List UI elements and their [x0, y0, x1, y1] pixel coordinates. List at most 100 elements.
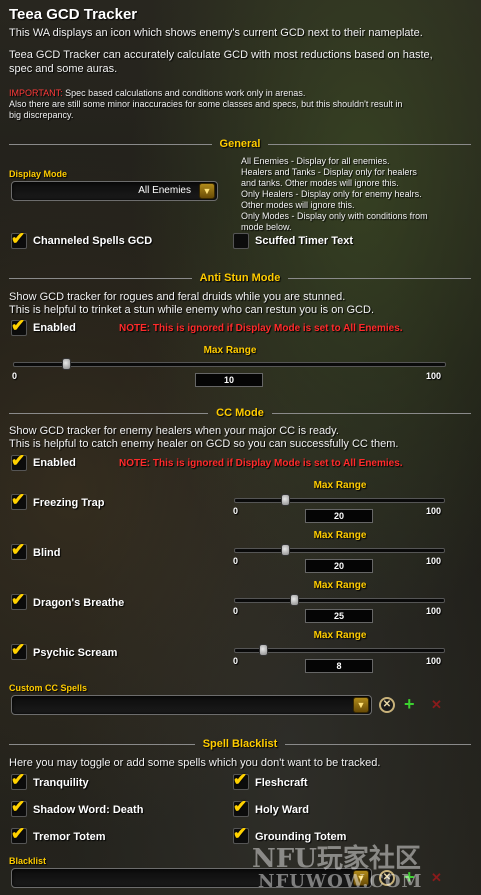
check-icon: ✔ — [11, 640, 26, 659]
help-line: Other modes will ignore this. — [241, 200, 355, 210]
slider-min-label: 0 — [233, 506, 239, 516]
general-header-title: General — [219, 138, 261, 150]
freezing-trap-range-slider[interactable] — [234, 494, 445, 506]
slider-max-label: 100 — [426, 656, 442, 666]
custom-cc-dropdown[interactable]: ▼ — [11, 695, 372, 715]
anti-stun-range-input[interactable]: 10 — [195, 373, 263, 387]
shadow-word-death-checkbox[interactable]: ✔ — [11, 797, 27, 817]
anti-stun-desc-1: Show GCD tracker for rogues and feral dr… — [9, 291, 346, 303]
dragons-breathe-label: Dragon's Breathe — [33, 597, 125, 609]
slider-max-label: 100 — [426, 506, 442, 516]
holy-ward-checkbox[interactable]: ✔ — [233, 797, 249, 817]
note-line-2: Also there are still some minor inaccura… — [9, 99, 403, 109]
tremor-totem-checkbox[interactable]: ✔ — [11, 824, 27, 844]
check-icon: ✔ — [11, 316, 26, 335]
remove-circle-icon[interactable]: ✕ — [379, 697, 395, 713]
watermark-logo: NFU玩家社区 — [252, 844, 421, 874]
psychic-scream-range-slider[interactable] — [234, 644, 445, 656]
anti-stun-enabled-checkbox[interactable]: ✔ — [11, 316, 27, 336]
cc-spell-row: ✔ Blind Max Range 0 100 20 — [0, 530, 481, 580]
grounding-totem-checkbox[interactable]: ✔ — [233, 824, 249, 844]
cc-mode-header-title: CC Mode — [216, 407, 264, 419]
check-icon: ✔ — [233, 797, 248, 816]
slider-min-label: 0 — [12, 371, 18, 381]
check-icon: ✔ — [233, 824, 248, 843]
anti-stun-header: Anti Stun Mode — [9, 271, 471, 285]
anti-stun-range-title: Max Range — [203, 345, 257, 356]
slider-handle[interactable] — [281, 494, 290, 506]
display-mode-dropdown[interactable]: All Enemies ▼ — [11, 181, 218, 201]
display-mode-help: All Enemies - Display for all enemies. H… — [241, 156, 475, 233]
close-icon[interactable]: ✕ — [431, 697, 442, 713]
check-icon: ✔ — [11, 540, 26, 559]
help-line: Healers and Tanks - Display only for hea… — [241, 167, 417, 177]
anti-stun-range-slider[interactable] — [13, 358, 446, 370]
cc-mode-enabled-label: Enabled — [33, 457, 76, 469]
freezing-trap-range-input[interactable]: 20 — [305, 509, 373, 523]
important-label: IMPORTANT: — [9, 88, 63, 98]
cc-spell-row: ✔ Freezing Trap Max Range 0 100 20 — [0, 480, 481, 530]
blind-range-slider[interactable] — [234, 544, 445, 556]
chevron-down-icon[interactable]: ▼ — [199, 183, 215, 199]
cc-spell-row: ✔ Psychic Scream Max Range 0 100 8 — [0, 630, 481, 680]
divider — [9, 743, 195, 745]
slider-handle[interactable] — [259, 644, 268, 656]
blacklist-header: Spell Blacklist — [9, 737, 471, 751]
scuffed-timer-checkbox[interactable] — [233, 233, 249, 249]
anti-stun-enabled-label: Enabled — [33, 322, 76, 334]
psychic-scream-label: Psychic Scream — [33, 647, 118, 659]
blind-range-input[interactable]: 20 — [305, 559, 373, 573]
divider — [288, 277, 471, 279]
chevron-down-icon[interactable]: ▼ — [353, 697, 369, 713]
blind-checkbox[interactable]: ✔ — [11, 540, 27, 560]
slider-handle[interactable] — [281, 544, 290, 556]
note-line-3: big discrepancy. — [9, 110, 74, 120]
cc-mode-header: CC Mode — [9, 406, 472, 420]
divider — [9, 277, 192, 279]
slider-max-label: 100 — [426, 371, 442, 381]
close-icon[interactable]: ✕ — [431, 870, 442, 886]
scuffed-timer-label: Scuffed Timer Text — [255, 235, 354, 247]
check-icon: ✔ — [11, 451, 26, 470]
slider-handle[interactable] — [290, 594, 299, 606]
help-line: Only Modes - Display only with condition… — [241, 211, 428, 221]
cc-mode-note: NOTE: This is ignored if Display Mode is… — [119, 458, 403, 469]
slider-max-label: 100 — [426, 556, 442, 566]
psychic-scream-range-input[interactable]: 8 — [305, 659, 373, 673]
help-line: and tanks. Other modes will ignore this. — [241, 178, 399, 188]
channeled-gcd-checkbox[interactable]: ✔ — [11, 229, 27, 249]
blind-label: Blind — [33, 547, 61, 559]
options-panel: Teea GCD Tracker This WA displays an ico… — [0, 0, 481, 895]
slider-handle[interactable] — [62, 358, 71, 370]
cc-mode-desc-1: Show GCD tracker for enemy healers when … — [9, 425, 339, 437]
divider — [268, 143, 471, 145]
check-icon: ✔ — [11, 797, 26, 816]
check-icon: ✔ — [11, 770, 26, 789]
cc-mode-enabled-checkbox[interactable]: ✔ — [11, 451, 27, 471]
cc-mode-desc-2: This is helpful to catch enemy healer on… — [9, 438, 399, 450]
dragons-breathe-range-input[interactable]: 25 — [305, 609, 373, 623]
freezing-trap-label: Freezing Trap — [33, 497, 105, 509]
plus-icon[interactable]: + — [404, 695, 415, 713]
check-icon: ✔ — [11, 590, 26, 609]
dragons-breathe-range-slider[interactable] — [234, 594, 445, 606]
watermark-url: NFUWOW.COM — [258, 871, 423, 892]
freezing-trap-checkbox[interactable]: ✔ — [11, 490, 27, 510]
intro-line-1: This WA displays an icon which shows ene… — [9, 27, 423, 39]
check-icon: ✔ — [11, 824, 26, 843]
tranquility-label: Tranquility — [33, 777, 89, 789]
fleshcraft-checkbox[interactable]: ✔ — [233, 770, 249, 790]
blacklist-label: Blacklist — [9, 856, 47, 866]
check-icon: ✔ — [233, 770, 248, 789]
divider — [285, 743, 471, 745]
tranquility-checkbox[interactable]: ✔ — [11, 770, 27, 790]
important-text: Spec based calculations and conditions w… — [62, 88, 306, 98]
divider — [9, 412, 209, 414]
shadow-word-death-label: Shadow Word: Death — [33, 804, 144, 816]
divider — [9, 143, 212, 145]
dragons-breathe-range-title: Max Range — [313, 580, 367, 591]
dragons-breathe-checkbox[interactable]: ✔ — [11, 590, 27, 610]
psychic-scream-checkbox[interactable]: ✔ — [11, 640, 27, 660]
display-mode-label: Display Mode — [9, 169, 68, 179]
tremor-totem-label: Tremor Totem — [33, 831, 106, 843]
